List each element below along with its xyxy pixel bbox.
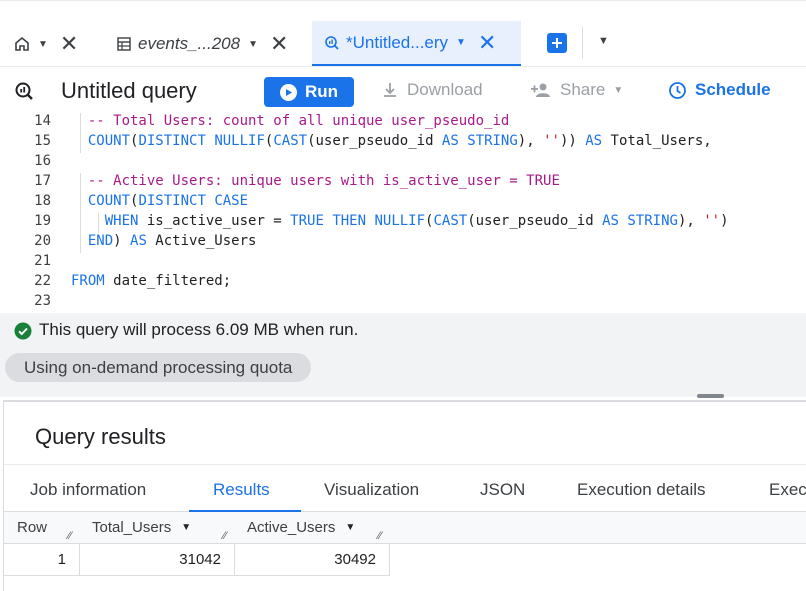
- line-number: 15: [34, 133, 51, 149]
- code-text: FROM date_filtered;: [71, 273, 232, 289]
- line-number: 22: [34, 273, 51, 289]
- table-row[interactable]: 1 31042 30492: [4, 544, 806, 576]
- divider: [582, 27, 583, 59]
- plus-icon: [552, 38, 562, 48]
- code-line[interactable]: 21: [0, 253, 806, 273]
- close-icon[interactable]: ✕: [60, 33, 78, 55]
- page-title: Untitled query: [61, 78, 197, 103]
- tab-visualization[interactable]: Visualization: [324, 480, 419, 500]
- new-tab-button[interactable]: [547, 33, 567, 53]
- results-tabs: Job information Results Visualization JS…: [4, 464, 806, 513]
- active-users-cell[interactable]: 30492: [235, 544, 390, 576]
- results-title: Query results: [35, 424, 166, 449]
- column-resize-icon[interactable]: ⁄⁄: [68, 530, 72, 542]
- line-number: 17: [34, 173, 51, 189]
- column-header-row: Row: [17, 519, 47, 536]
- code-line[interactable]: 16: [0, 153, 806, 173]
- schedule-label: Schedule: [695, 80, 771, 99]
- run-label: Run: [304, 82, 339, 101]
- line-number: 18: [34, 193, 51, 209]
- share-button[interactable]: Share ▼: [530, 80, 623, 100]
- query-results-panel: Query results Job information Results Vi…: [3, 400, 806, 591]
- check-circle-icon: [14, 322, 32, 345]
- code-line[interactable]: 14 -- Total Users: count of all unique u…: [0, 113, 806, 133]
- total-users-cell[interactable]: 31042: [80, 544, 235, 576]
- chevron-down-icon[interactable]: ▼: [456, 37, 466, 48]
- chevron-down-icon[interactable]: ▼: [248, 39, 258, 50]
- results-grid-header: Row ⁄⁄ Total_Users ▼ ⁄⁄ Active_Users ▼ ⁄…: [4, 512, 806, 544]
- code-line[interactable]: 22 FROM date_filtered;: [0, 273, 806, 293]
- tab-label: events_...208: [138, 34, 241, 53]
- tab-bar: ▼ ✕ events_...208 ▼ ✕ *Untitled...ery ▼ …: [0, 0, 806, 67]
- tab-untitled-query[interactable]: *Untitled...ery ▼ ✕: [312, 21, 521, 67]
- column-label: Total_Users: [92, 519, 172, 536]
- code-line[interactable]: 15 COUNT(DISTINCT NULLIF(CAST(user_pseud…: [0, 133, 806, 153]
- code-text: COUNT(DISTINCT CASE: [87, 193, 249, 209]
- play-icon: [279, 83, 297, 101]
- tab-events-table[interactable]: events_...208 ▼ ✕: [116, 21, 288, 67]
- chevron-down-icon[interactable]: ▼: [598, 35, 609, 47]
- code-text: -- Total Users: count of all unique user…: [87, 113, 510, 129]
- tab-results[interactable]: Results: [213, 480, 270, 500]
- download-icon: [384, 83, 396, 97]
- line-number: 20: [34, 233, 51, 249]
- validation-message: This query will process 6.09 MB when run…: [39, 320, 359, 339]
- column-header-total-users[interactable]: Total_Users ▼: [92, 519, 191, 536]
- code-line[interactable]: 17 -- Active Users: unique users with is…: [0, 173, 806, 193]
- share-label: Share: [560, 80, 606, 99]
- tab-execution-details[interactable]: Execution details: [577, 480, 706, 500]
- clock-icon: [669, 81, 686, 99]
- column-label: Row: [17, 519, 48, 536]
- download-button[interactable]: Download: [381, 80, 483, 100]
- line-number: 14: [34, 113, 51, 129]
- tab-json[interactable]: JSON: [480, 480, 525, 500]
- code-text: COUNT(DISTINCT NULLIF(CAST(user_pseudo_i…: [87, 133, 712, 149]
- code-text: END) AS Active_Users: [87, 233, 257, 249]
- validation-bar: This query will process 6.09 MB when run…: [0, 313, 806, 398]
- schedule-button[interactable]: Schedule: [668, 80, 771, 100]
- quota-label: Using on-demand processing quota: [24, 357, 293, 377]
- code-text: WHEN is_active_user = TRUE THEN NULLIF(C…: [104, 213, 729, 229]
- row-number-cell[interactable]: 1: [4, 544, 80, 576]
- query-icon: [324, 35, 340, 51]
- tab-home[interactable]: ▼ ✕: [14, 21, 78, 67]
- close-icon[interactable]: ✕: [270, 33, 288, 55]
- column-resize-icon[interactable]: ⁄⁄: [223, 530, 227, 542]
- chevron-down-icon[interactable]: ▼: [345, 522, 355, 533]
- column-resize-icon[interactable]: ⁄⁄: [378, 530, 382, 542]
- line-number: 19: [34, 213, 51, 229]
- run-button[interactable]: Run: [264, 77, 354, 107]
- line-number: 16: [34, 153, 51, 169]
- chevron-down-icon[interactable]: ▼: [181, 522, 191, 533]
- code-line[interactable]: 23: [0, 293, 806, 313]
- download-label: Download: [407, 80, 483, 99]
- query-toolbar: Untitled query Run Download Share ▼ Sche…: [0, 66, 806, 116]
- sql-editor[interactable]: 14 -- Total Users: count of all unique u…: [0, 113, 806, 313]
- table-icon: [116, 36, 132, 52]
- tab-job-information[interactable]: Job information: [30, 480, 146, 500]
- line-number: 21: [34, 253, 51, 269]
- code-line[interactable]: 20 END) AS Active_Users: [0, 233, 806, 253]
- code-line[interactable]: 18 COUNT(DISTINCT CASE: [0, 193, 806, 213]
- code-line[interactable]: 19 WHEN is_active_user = TRUE THEN NULLI…: [0, 213, 806, 233]
- home-icon: [14, 36, 30, 52]
- chevron-down-icon[interactable]: ▼: [38, 39, 48, 50]
- column-label: Active_Users: [247, 519, 336, 536]
- tab-execution-graph[interactable]: Exec: [769, 480, 806, 500]
- query-icon: [14, 81, 34, 106]
- tab-label: *Untitled...ery: [346, 32, 449, 52]
- line-number: 23: [34, 293, 51, 309]
- quota-chip[interactable]: Using on-demand processing quota: [5, 353, 312, 382]
- column-header-active-users[interactable]: Active_Users ▼: [247, 519, 355, 536]
- close-icon[interactable]: ✕: [478, 31, 496, 54]
- code-text: -- Active Users: unique users with is_ac…: [87, 173, 560, 189]
- add-person-icon: [531, 83, 550, 97]
- chevron-down-icon: ▼: [613, 84, 624, 96]
- resize-handle[interactable]: [697, 394, 724, 398]
